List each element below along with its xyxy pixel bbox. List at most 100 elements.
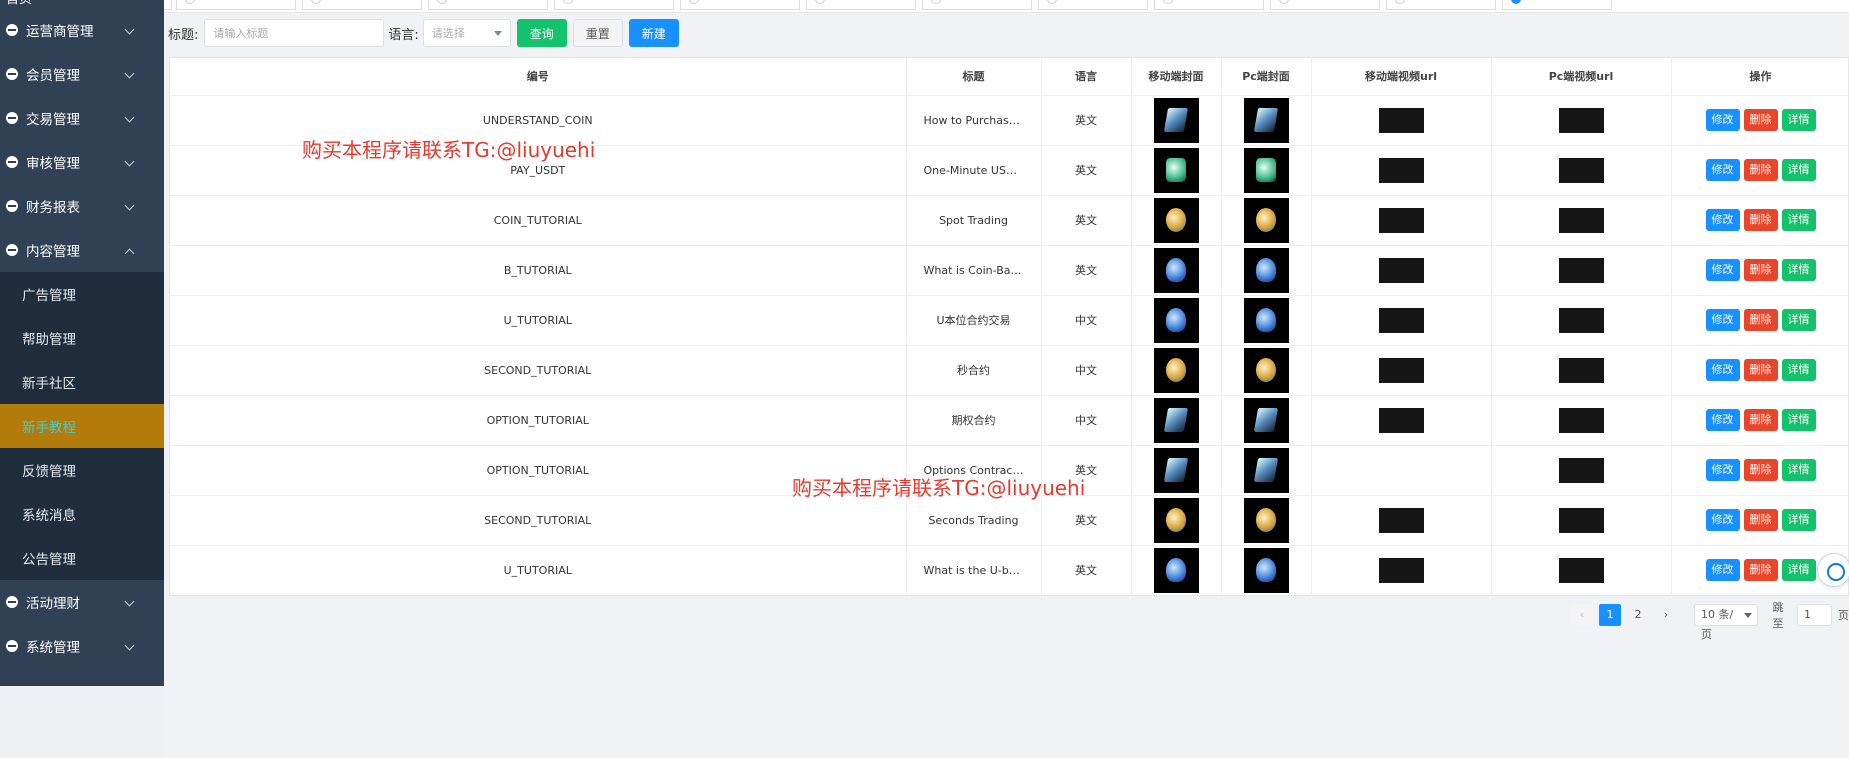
sidebar-menu-item[interactable]: 审核管理 (0, 140, 164, 184)
sidebar-menu-item[interactable]: 交易管理 (0, 96, 164, 140)
video-placeholder (1558, 357, 1604, 383)
delete-button[interactable]: 删除 (1743, 359, 1778, 381)
tab[interactable] (164, 0, 172, 10)
delete-button[interactable]: 删除 (1743, 309, 1778, 331)
title-input[interactable]: 请输入标题 (204, 19, 385, 47)
query-button[interactable]: 查询 (516, 19, 567, 47)
page-suffix: 页 (1838, 609, 1849, 622)
title-text: 秒合约 (957, 364, 990, 377)
detail-button[interactable]: 详情 (1781, 509, 1816, 531)
detail-button[interactable]: 详情 (1781, 309, 1816, 331)
detail-button[interactable]: 详情 (1781, 559, 1816, 581)
delete-button[interactable]: 删除 (1743, 209, 1778, 231)
sidebar-subitem[interactable]: 新手社区 (0, 360, 164, 404)
edit-button[interactable]: 修改 (1705, 559, 1740, 581)
edit-button[interactable]: 修改 (1705, 359, 1740, 381)
filter-bar: 标题: 请输入标题 语言: 请选择 查询 重置 新建 (164, 16, 764, 50)
video-placeholder (1378, 257, 1424, 283)
next-page-icon[interactable]: › (1655, 604, 1677, 626)
sidebar: 首页 运营商管理会员管理交易管理审核管理财务报表内容管理 广告管理帮助管理新手社… (0, 0, 164, 686)
delete-button[interactable]: 删除 (1743, 259, 1778, 281)
pc-video-cell (1491, 195, 1672, 246)
wallet-icon (1243, 147, 1289, 193)
sidebar-menu-item[interactable]: 活动理财 (0, 580, 164, 624)
tab[interactable] (922, 0, 1032, 10)
mobile-cover-cell (1131, 245, 1222, 296)
tab[interactable] (1038, 0, 1148, 10)
sidebar-menu-item[interactable]: 运营商管理 (0, 8, 164, 52)
menu-icon (6, 156, 18, 168)
delete-button[interactable]: 删除 (1743, 459, 1778, 481)
new-button[interactable]: 新建 (628, 19, 679, 47)
sidebar-subitem[interactable]: 公告管理 (0, 536, 164, 580)
edit-button[interactable]: 修改 (1705, 259, 1740, 281)
detail-button[interactable]: 详情 (1781, 209, 1816, 231)
delete-button[interactable]: 删除 (1743, 559, 1778, 581)
tab[interactable] (554, 0, 674, 10)
sidebar-subitem[interactable]: 反馈管理 (0, 448, 164, 492)
mobile-video-cell (1311, 545, 1492, 595)
tab[interactable] (428, 0, 548, 10)
sidebar-home-label[interactable]: 首页 (0, 0, 164, 8)
language-cell: 中文 (1041, 295, 1132, 346)
edit-button[interactable]: 修改 (1705, 409, 1740, 431)
chart-book-icon (1243, 447, 1289, 493)
edit-button[interactable]: 修改 (1705, 459, 1740, 481)
delete-button[interactable]: 删除 (1743, 509, 1778, 531)
sidebar-subitem[interactable]: 系统消息 (0, 492, 164, 536)
code-cell: OPTION_TUTORIAL (170, 395, 907, 446)
delete-button[interactable]: 删除 (1743, 109, 1778, 131)
pc-cover-cell (1221, 195, 1312, 246)
edit-button[interactable]: 修改 (1705, 309, 1740, 331)
tab[interactable] (680, 0, 800, 10)
title-text: How to Purchase ... (923, 113, 1024, 127)
detail-button[interactable]: 详情 (1781, 359, 1816, 381)
detail-button[interactable]: 详情 (1781, 159, 1816, 181)
sidebar-subitem[interactable]: 广告管理 (0, 272, 164, 316)
page-number[interactable]: 1 (1599, 604, 1621, 626)
tab[interactable] (1154, 0, 1264, 10)
mobile-cover-cell (1131, 495, 1222, 546)
tab[interactable] (1270, 0, 1380, 10)
sidebar-menu-item[interactable]: 财务报表 (0, 184, 164, 228)
column-header: 编号 (170, 58, 907, 96)
tab[interactable] (302, 0, 422, 10)
language-select[interactable]: 请选择 (422, 19, 511, 47)
page-number[interactable]: 2 (1627, 604, 1649, 626)
edit-button[interactable]: 修改 (1705, 509, 1740, 531)
tab[interactable] (806, 0, 916, 10)
tab[interactable] (1386, 0, 1496, 10)
table-row: COIN_TUTORIAL Spot Trading 英文 修改 删除 详情 (170, 195, 1848, 246)
clock-coin-icon (1153, 497, 1199, 543)
sidebar-menu-item[interactable]: 系统管理 (0, 624, 164, 668)
sidebar-menu-item[interactable]: 会员管理 (0, 52, 164, 96)
sidebar-subitem[interactable]: 新手教程 (0, 404, 164, 448)
sidebar-subitem[interactable]: 帮助管理 (0, 316, 164, 360)
edit-button[interactable]: 修改 (1705, 209, 1740, 231)
prev-page-icon[interactable]: ‹ (1571, 604, 1593, 626)
reset-button[interactable]: 重置 (572, 19, 623, 47)
page-size-select[interactable]: 10 条/页 (1694, 604, 1759, 641)
edit-button[interactable]: 修改 (1705, 109, 1740, 131)
detail-button[interactable]: 详情 (1781, 459, 1816, 481)
pc-video-cell (1491, 395, 1672, 446)
delete-button[interactable]: 删除 (1743, 159, 1778, 181)
edit-button[interactable]: 修改 (1705, 159, 1740, 181)
delete-button[interactable]: 删除 (1743, 409, 1778, 431)
tab[interactable] (176, 0, 296, 10)
watermark-text: 购买本程序请联系TG:@liuyuehi (302, 138, 596, 162)
pc-video-cell (1491, 445, 1672, 496)
detail-button[interactable]: 详情 (1781, 259, 1816, 281)
support-float-icon[interactable] (1817, 553, 1849, 587)
mobile-video-cell (1311, 445, 1492, 496)
tab-active[interactable] (1502, 0, 1612, 10)
sidebar-menu-item[interactable]: 内容管理 (0, 228, 164, 272)
code-cell: B_TUTORIAL (170, 245, 907, 296)
video-placeholder (1378, 557, 1424, 583)
chevron-up-icon (124, 248, 135, 259)
language-select-placeholder: 请选择 (431, 27, 465, 40)
detail-button[interactable]: 详情 (1781, 409, 1816, 431)
language-label: 语言: (388, 27, 419, 43)
jump-input[interactable]: 1 (1797, 604, 1833, 626)
detail-button[interactable]: 详情 (1781, 109, 1816, 131)
